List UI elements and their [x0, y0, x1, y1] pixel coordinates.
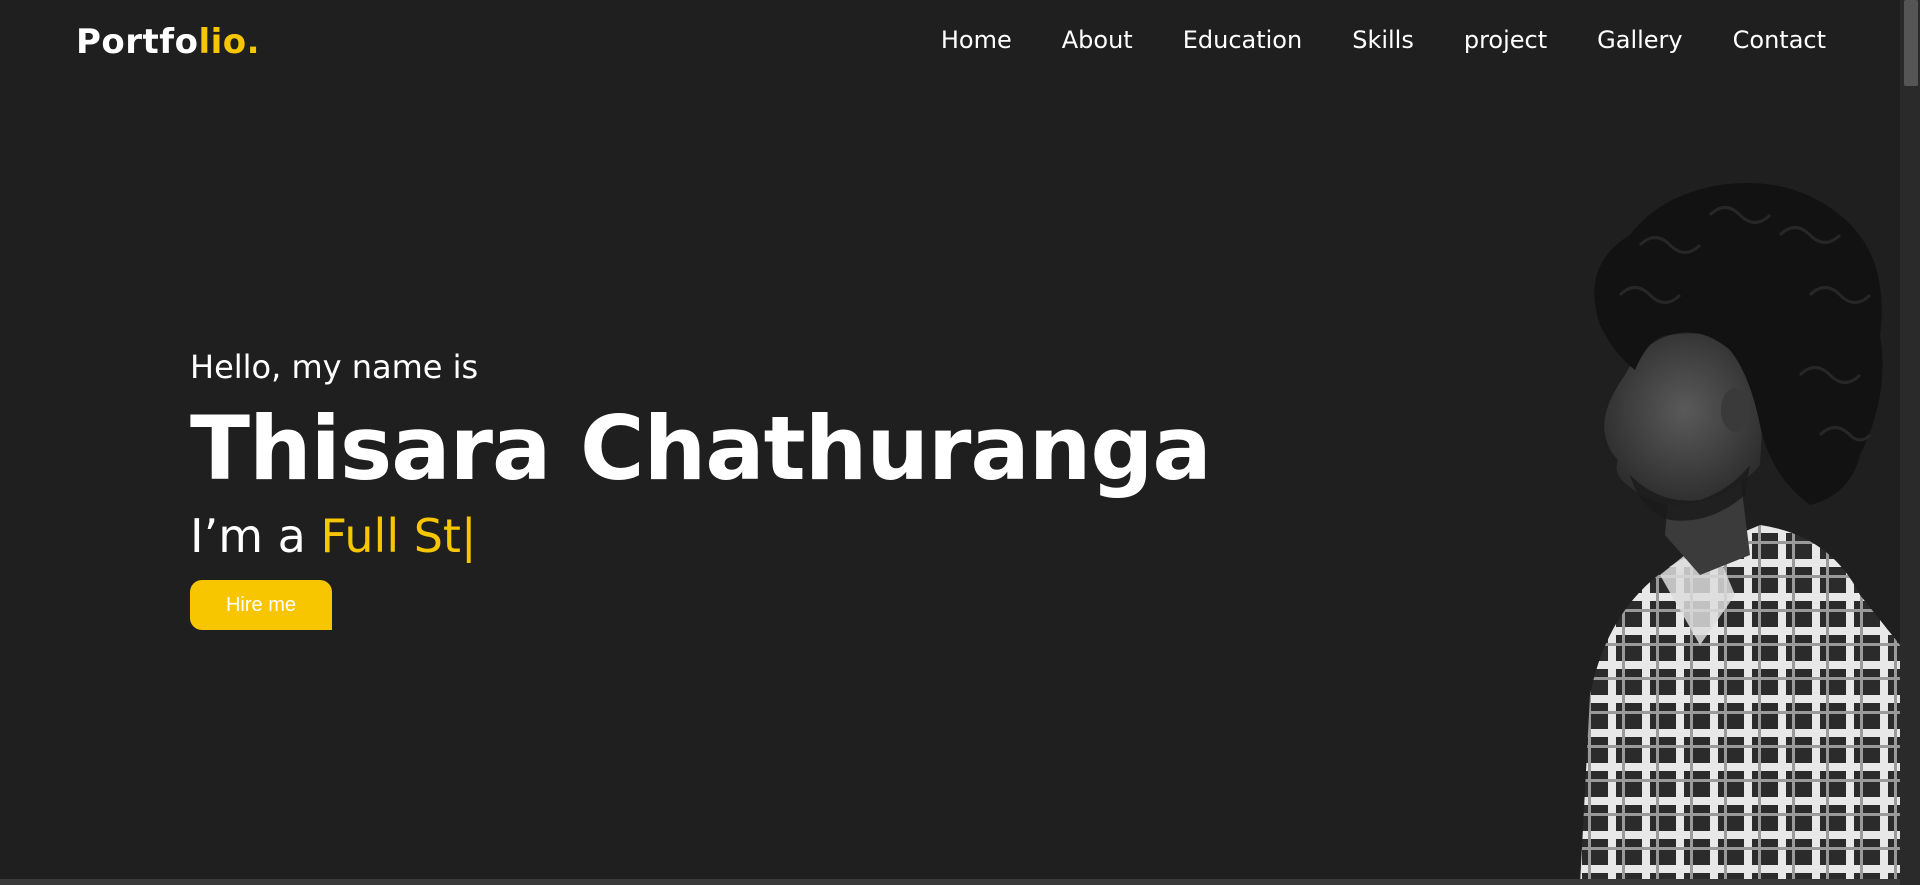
- page: Portfolio. Home About Education Skills p…: [0, 0, 1920, 885]
- hero-role: I’m a Full St|: [190, 504, 1290, 568]
- nav-link-education[interactable]: Education: [1183, 26, 1302, 54]
- hero-name: Thisara Chathuranga: [190, 397, 1212, 500]
- page-bottom-divider: [0, 879, 1900, 885]
- logo-text: Portfo: [76, 22, 199, 62]
- typing-cursor: |: [460, 509, 477, 563]
- hire-me-button[interactable]: Hire me: [190, 580, 332, 630]
- role-typed-text: Full St: [320, 509, 461, 563]
- scrollbar[interactable]: [1900, 0, 1920, 885]
- logo-accent-text: lio.: [198, 22, 261, 62]
- profile-photo: [1560, 175, 1900, 885]
- logo[interactable]: Portfolio.: [76, 22, 260, 62]
- nav-links: Home About Education Skills project Gall…: [891, 26, 1826, 54]
- hero-greeting: Hello, my name is: [190, 348, 479, 386]
- nav-link-contact[interactable]: Contact: [1733, 26, 1826, 54]
- role-prefix: I’m a: [190, 509, 321, 563]
- nav-link-skills[interactable]: Skills: [1352, 26, 1414, 54]
- hero-section: Hello, my name is Thisara Chathuranga I’…: [190, 340, 1290, 630]
- nav-link-gallery[interactable]: Gallery: [1597, 26, 1682, 54]
- navbar: Portfolio. Home About Education Skills p…: [0, 0, 1900, 90]
- profile-photo-illustration: [1580, 183, 1900, 885]
- nav-link-project[interactable]: project: [1464, 26, 1547, 54]
- nav-link-about[interactable]: About: [1062, 26, 1133, 54]
- scrollbar-thumb[interactable]: [1904, 0, 1918, 86]
- nav-link-home[interactable]: Home: [941, 26, 1012, 54]
